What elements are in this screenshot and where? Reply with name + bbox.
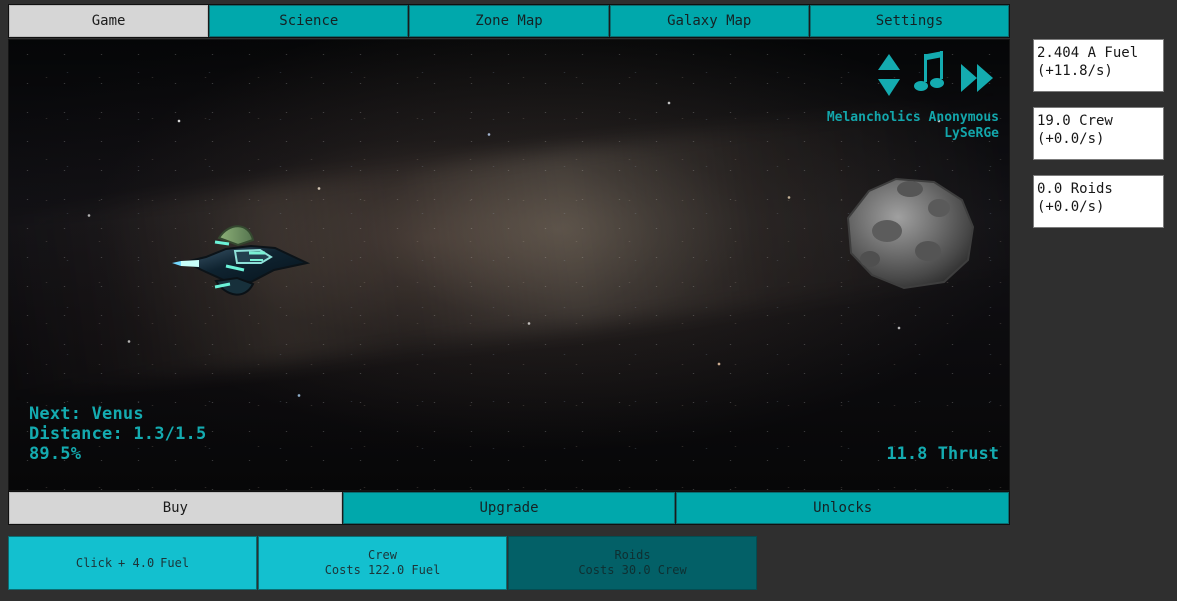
- crew-amount: 19.0 Crew: [1037, 113, 1113, 129]
- tab-science-label: Science: [279, 13, 339, 29]
- click-fuel-label-group: Click + 4.0 Fuel: [76, 556, 189, 571]
- progress-percent: 89.5%: [29, 444, 82, 464]
- distance-status: Distance: 1.3/1.5: [29, 424, 207, 444]
- resource-panel: 2.404 A Fuel (+11.8/s) 19.0 Crew (+0.0/s…: [1033, 39, 1164, 228]
- purchase-options: Click + 4.0 Fuel Crew Costs 122.0 Fuel R…: [8, 536, 758, 590]
- buy-roids-button[interactable]: Roids Costs 30.0 Crew: [508, 536, 757, 590]
- fuel-amount: 2.404 A Fuel: [1037, 45, 1139, 61]
- tab-buy[interactable]: Buy: [9, 492, 342, 524]
- tab-game[interactable]: Game: [9, 5, 209, 37]
- buy-crew-title: Crew: [368, 548, 397, 562]
- tab-science[interactable]: Science: [209, 5, 409, 37]
- crew-resource-box: 19.0 Crew (+0.0/s): [1033, 107, 1164, 160]
- click-fuel-button[interactable]: Click + 4.0 Fuel: [8, 536, 257, 590]
- fuel-resource-box: 2.404 A Fuel (+11.8/s): [1033, 39, 1164, 92]
- next-destination: Next: Venus: [29, 404, 144, 424]
- space-viewport: Melancholics Anonymous LySeRGe Next: Ven…: [8, 39, 1010, 491]
- buy-crew-button[interactable]: Crew Costs 122.0 Fuel: [258, 536, 507, 590]
- tab-upgrade-label: Upgrade: [479, 500, 539, 516]
- buy-crew-label-group: Crew Costs 122.0 Fuel: [325, 548, 441, 578]
- fast-forward-icon[interactable]: [959, 58, 999, 98]
- trip-status: Next: Venus Distance: 1.3/1.5 89.5%: [29, 404, 206, 464]
- buy-roids-label-group: Roids Costs 30.0 Crew: [578, 548, 686, 578]
- tab-galaxy-map-label: Galaxy Map: [667, 13, 752, 29]
- roids-amount: 0.0 Roids: [1037, 181, 1113, 197]
- tab-upgrade[interactable]: Upgrade: [342, 492, 676, 524]
- music-note-icon[interactable]: [913, 50, 949, 100]
- crew-rate: (+0.0/s): [1037, 131, 1105, 147]
- spaceship-icon: [172, 225, 311, 296]
- buy-crew-cost: Costs 122.0 Fuel: [324, 563, 441, 577]
- roids-rate: (+0.0/s): [1037, 199, 1105, 215]
- thrust-readout: 11.8 Thrust: [886, 444, 999, 464]
- now-playing: Melancholics Anonymous LySeRGe: [827, 110, 999, 142]
- song-artist: LySeRGe: [944, 126, 999, 141]
- tab-zone-map-label: Zone Map: [475, 13, 543, 29]
- buy-roids-cost: Costs 30.0 Crew: [578, 563, 687, 577]
- asteroid-icon: [846, 177, 975, 290]
- buy-roids-title: Roids: [614, 548, 651, 562]
- audio-controls: [875, 50, 999, 100]
- tab-settings[interactable]: Settings: [809, 5, 1010, 37]
- shop-tabs: Buy Upgrade Unlocks: [8, 491, 1010, 525]
- click-fuel-prefix: Click: [75, 555, 113, 570]
- top-navigation: Game Science Zone Map Galaxy Map Setting…: [8, 4, 1010, 38]
- volume-up-down-icon[interactable]: [875, 50, 903, 100]
- tab-zone-map[interactable]: Zone Map: [409, 5, 609, 37]
- roids-resource-box: 0.0 Roids (+0.0/s): [1033, 175, 1164, 228]
- click-fuel-amount: + 4.0: [118, 555, 155, 570]
- tab-settings-label: Settings: [875, 13, 944, 29]
- fuel-rate: (+11.8/s): [1037, 63, 1113, 79]
- tab-galaxy-map[interactable]: Galaxy Map: [609, 5, 809, 37]
- tab-buy-label: Buy: [162, 500, 188, 516]
- click-fuel-suffix: Fuel: [160, 555, 190, 570]
- game-screen: Game Science Zone Map Galaxy Map Setting…: [0, 0, 1177, 601]
- song-title: Melancholics Anonymous: [826, 110, 999, 125]
- tab-game-label: Game: [91, 13, 126, 29]
- tab-unlocks-label: Unlocks: [813, 500, 873, 516]
- tab-unlocks[interactable]: Unlocks: [676, 492, 1010, 524]
